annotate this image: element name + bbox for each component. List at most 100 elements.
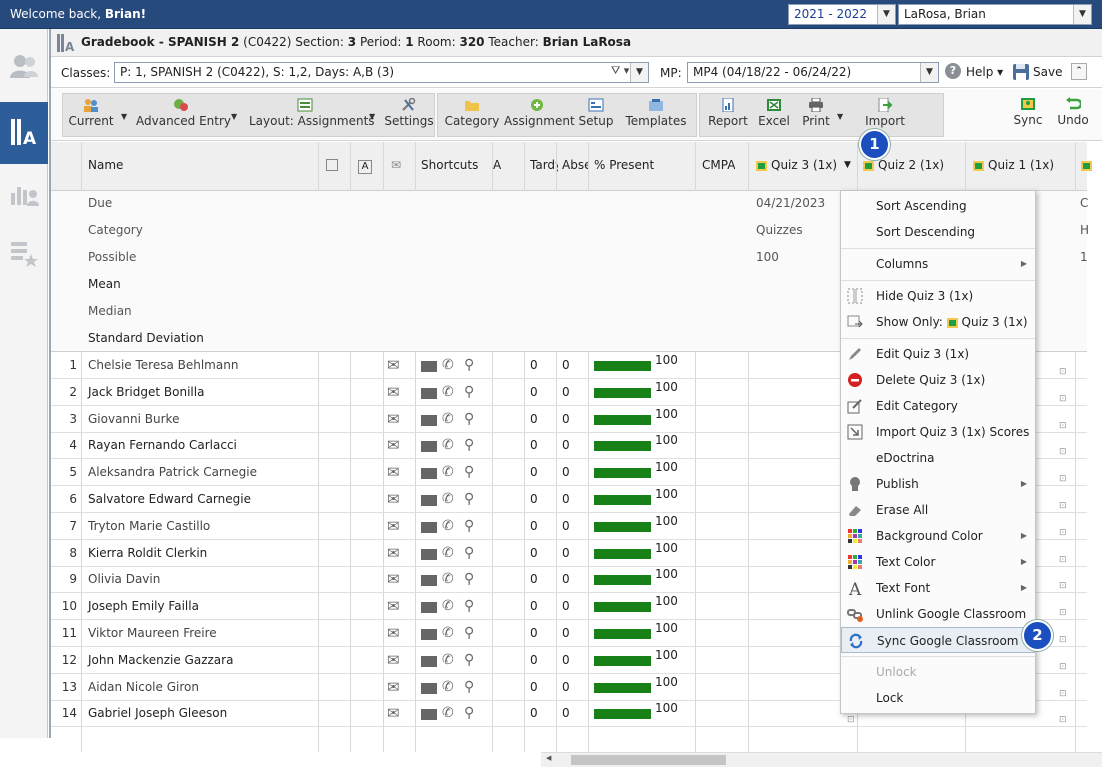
location-pin-icon[interactable]: ⚲ [464,513,474,539]
phone-icon[interactable]: ✆ [442,406,454,432]
menu-sort-ascending[interactable]: Sort Ascending [841,193,1035,219]
help-icon[interactable]: ? [945,63,961,79]
contact-card-icon[interactable] [421,361,437,372]
mail-icon[interactable]: ✉ [387,486,400,512]
menu-lock[interactable]: Lock [841,685,1035,711]
filter-icon[interactable]: ⛛ ▾ [611,64,629,78]
menu-edoctrina[interactable]: eDoctrina [841,445,1035,471]
phone-icon[interactable]: ✆ [442,486,454,512]
mail-icon[interactable]: ✉ [387,459,400,485]
layout-button[interactable]: Layout: Assignments [249,94,375,138]
mail-icon[interactable]: ✉ [387,620,400,646]
mail-header-icon[interactable]: ✉ [391,142,401,191]
contact-card-icon[interactable] [421,441,437,453]
location-pin-icon[interactable]: ⚲ [464,620,474,646]
mail-icon[interactable]: ✉ [387,647,400,673]
layout-dropdown-icon[interactable]: ▼ [369,112,375,121]
column-header-tardy[interactable]: Tardy [530,142,558,191]
contact-card-icon[interactable] [421,468,437,480]
menu-edit-quiz[interactable]: Edit Quiz 3 (1x) [841,341,1035,367]
current-button[interactable]: Current [65,94,117,138]
advanced-entry-button[interactable]: Advanced Entry [136,94,231,138]
collapse-icon[interactable]: ⌃ [1071,63,1087,80]
phone-icon[interactable]: ✆ [442,513,454,539]
contact-card-icon[interactable] [421,414,437,426]
contact-card-icon[interactable] [421,548,437,560]
print-button[interactable]: Print [796,94,836,138]
location-pin-icon[interactable]: ⚲ [464,352,474,378]
student-name[interactable]: Chelsie Teresa Behlmann [88,352,238,378]
phone-icon[interactable]: ✆ [442,620,454,646]
horizontal-scrollbar[interactable]: ◀ ▶ [541,752,1102,767]
student-name[interactable]: Giovanni Burke [88,406,179,432]
location-pin-icon[interactable]: ⚲ [464,432,474,458]
nav-people[interactable] [0,39,48,101]
save-button[interactable]: Save [1033,65,1062,79]
location-pin-icon[interactable]: ⚲ [464,459,474,485]
phone-icon[interactable]: ✆ [442,459,454,485]
nav-reports[interactable] [0,166,48,228]
student-name[interactable]: Kierra Roldit Clerkin [88,540,207,566]
phone-icon[interactable]: ✆ [442,352,454,378]
mail-icon[interactable]: ✉ [387,674,400,700]
location-pin-icon[interactable]: ⚲ [464,647,474,673]
menu-sort-descending[interactable]: Sort Descending [841,219,1035,245]
scroll-left-icon[interactable]: ◀ [546,754,551,762]
contact-card-icon[interactable] [421,387,437,399]
report-button[interactable]: Report [704,94,752,138]
student-name[interactable]: Rayan Fernando Carlacci [88,432,237,458]
location-pin-icon[interactable]: ⚲ [464,540,474,566]
student-name[interactable]: Aleksandra Patrick Carnegie [88,459,257,485]
menu-text-font[interactable]: A Text Font ▶ [841,575,1035,601]
student-name[interactable]: Jack Bridget Bonilla [88,379,204,405]
year-select[interactable]: 2021 - 2022 ▼ [788,4,896,25]
nav-standards[interactable] [0,228,48,290]
templates-button[interactable]: Templates [624,94,688,138]
phone-icon[interactable]: ✆ [442,566,454,592]
mail-icon[interactable]: ✉ [387,700,400,726]
mail-icon[interactable]: ✉ [387,352,400,378]
location-pin-icon[interactable]: ⚲ [464,674,474,700]
menu-edit-category[interactable]: Edit Category [841,393,1035,419]
contact-card-icon[interactable] [421,521,437,533]
scroll-thumb-h[interactable] [571,755,726,765]
category-button[interactable]: Category [444,94,500,138]
menu-unlink-google[interactable]: Unlink Google Classroom [841,601,1035,627]
column-header-shortcuts[interactable]: Shortcuts [421,142,478,191]
mail-icon[interactable]: ✉ [387,513,400,539]
contact-card-icon[interactable] [421,682,437,694]
excel-button[interactable]: Excel [754,94,794,138]
column-header-quiz1[interactable]: Quiz 1 (1x) [973,142,1054,191]
help-menu[interactable]: Help ▾ [966,65,1003,79]
contact-card-icon[interactable] [326,142,340,191]
column-header-name[interactable]: Name [88,142,123,191]
menu-publish[interactable]: Publish ▶ [841,471,1035,497]
student-name[interactable]: Joseph Emily Failla [88,593,199,619]
student-name[interactable]: Viktor Maureen Freire [88,620,217,646]
column-header-present[interactable]: % Present [594,142,654,191]
save-icon[interactable] [1013,64,1029,80]
student-name[interactable]: Gabriel Joseph Gleeson [88,700,227,726]
menu-show-only[interactable]: Show Only: Quiz 3 (1x) [841,309,1035,335]
advanced-entry-dropdown-icon[interactable]: ▼ [231,112,237,121]
mail-icon[interactable]: ✉ [387,540,400,566]
classes-select[interactable]: P: 1, SPANISH 2 (C0422), S: 1,2, Days: A… [114,62,649,83]
lock-icon[interactable]: ⊡ [1059,707,1067,733]
contact-card-icon[interactable] [421,575,437,587]
location-pin-icon[interactable]: ⚲ [464,379,474,405]
column-header-quiz3[interactable]: Quiz 3 (1x) [756,142,837,191]
setup-button[interactable]: Setup [574,94,618,138]
menu-sync-google[interactable]: Sync Google Classroom [841,627,1035,653]
import-button[interactable]: Import [852,94,918,138]
phone-icon[interactable]: ✆ [442,432,454,458]
menu-hide-quiz[interactable]: Hide Quiz 3 (1x) [841,283,1035,309]
location-pin-icon[interactable]: ⚲ [464,406,474,432]
mail-icon[interactable]: ✉ [387,593,400,619]
phone-icon[interactable]: ✆ [442,674,454,700]
menu-text-color[interactable]: Text Color ▶ [841,549,1035,575]
current-dropdown-icon[interactable]: ▼ [121,112,127,121]
mail-icon[interactable]: ✉ [387,379,400,405]
phone-icon[interactable]: ✆ [442,379,454,405]
contact-card-icon[interactable] [421,709,437,721]
assignment-button[interactable]: Assignment [504,94,575,138]
